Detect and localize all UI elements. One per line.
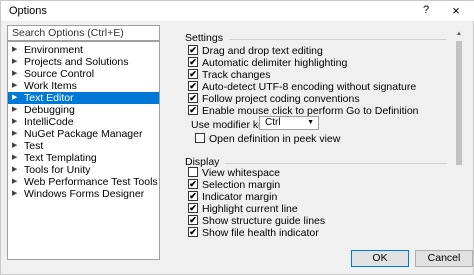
scrollbar-thumb[interactable] — [456, 41, 462, 165]
expand-arrow-icon[interactable]: ▶ — [12, 164, 20, 176]
checkbox[interactable]: ✔ — [188, 93, 198, 103]
check-icon: ✔ — [189, 203, 197, 213]
check-icon: ✔ — [189, 69, 197, 79]
tree-item-test[interactable]: ▶ Test — [8, 140, 159, 152]
option-label: View whitespace — [202, 167, 281, 179]
options-tree: ▶ Environment ▶ Projects and Solutions ▶… — [7, 41, 160, 260]
tree-item-label: Source Control — [24, 68, 95, 80]
tree-item-label: Windows Forms Designer — [24, 188, 145, 200]
window-title: Options — [9, 5, 47, 17]
tree-item-label: IntelliCode — [24, 116, 74, 128]
expand-arrow-icon[interactable]: ▶ — [12, 68, 20, 80]
tree-item-label: Test — [24, 140, 44, 152]
scroll-up-icon[interactable]: ▲ — [453, 29, 465, 39]
settings-heading: Settings — [185, 32, 223, 44]
expand-arrow-icon[interactable]: ▶ — [12, 176, 20, 188]
tree-item-label: Work Items — [24, 80, 77, 92]
tree-item-label: NuGet Package Manager — [24, 128, 143, 140]
tree-item-label: Environment — [24, 44, 83, 56]
tree-item-intellicode[interactable]: ▶ IntelliCode — [8, 116, 159, 128]
expand-arrow-icon[interactable]: ▶ — [12, 56, 20, 68]
dropdown-value: Ctrl — [265, 117, 281, 128]
close-button[interactable]: × — [447, 3, 465, 19]
checkbox[interactable]: ✔ — [188, 57, 198, 67]
help-button[interactable]: ? — [419, 4, 433, 16]
chevron-down-icon: ▼ — [307, 119, 314, 126]
check-icon: ✔ — [189, 45, 197, 55]
expand-arrow-icon[interactable]: ▶ — [12, 152, 20, 164]
expand-arrow-icon[interactable]: ▶ — [12, 140, 20, 152]
checkbox[interactable]: ✔ — [188, 179, 198, 189]
checkbox[interactable] — [188, 167, 198, 177]
option-label: Selection margin — [202, 179, 281, 191]
tree-item-source-control[interactable]: ▶ Source Control — [8, 68, 159, 80]
expand-arrow-icon[interactable]: ▶ — [12, 116, 20, 128]
cancel-button[interactable]: Cancel — [415, 250, 473, 267]
expand-arrow-icon[interactable]: ▶ — [12, 104, 20, 116]
tree-item-text-editor[interactable]: ▶ Text Editor — [8, 92, 159, 104]
options-dialog: Options ? × Search Options (Ctrl+E) ▶ En… — [0, 0, 474, 275]
expand-arrow-icon[interactable]: ▶ — [12, 44, 20, 56]
checkbox[interactable]: ✔ — [188, 227, 198, 237]
display-divider — [225, 163, 447, 164]
ok-button[interactable]: OK — [351, 250, 409, 267]
option-label: Drag and drop text editing — [202, 45, 323, 57]
tree-item-work-items[interactable]: ▶ Work Items — [8, 80, 159, 92]
title-bar: Options ? × — [1, 1, 474, 21]
option-label: Track changes — [202, 69, 271, 81]
check-icon: ✔ — [189, 227, 197, 237]
settings-panel: Settings ✔ Drag and drop text editing ✔ … — [179, 29, 451, 265]
vertical-scrollbar[interactable]: ▲ ▼ — [453, 29, 465, 267]
tree-item-label: Tools for Unity — [24, 164, 91, 176]
check-icon: ✔ — [189, 179, 197, 189]
modifier-key-dropdown[interactable]: Ctrl ▼ — [259, 116, 319, 130]
check-icon: ✔ — [189, 81, 197, 91]
expand-arrow-icon[interactable]: ▶ — [12, 128, 20, 140]
checkbox[interactable]: ✔ — [188, 191, 198, 201]
tree-item-label: Projects and Solutions — [24, 56, 129, 68]
option-label: Automatic delimiter highlighting — [202, 57, 348, 69]
settings-divider — [229, 39, 447, 40]
checkbox[interactable]: ✔ — [188, 215, 198, 225]
tree-item-label: Debugging — [24, 104, 75, 116]
option-label: Show structure guide lines — [202, 215, 326, 227]
check-icon: ✔ — [189, 57, 197, 67]
expand-arrow-icon[interactable]: ▶ — [12, 80, 20, 92]
option-label: Indicator margin — [202, 191, 278, 203]
option-label: Follow project coding conventions — [202, 93, 360, 105]
option-label: Highlight current line — [202, 203, 298, 215]
tree-item-tools-for-unity[interactable]: ▶ Tools for Unity — [8, 164, 159, 176]
search-input[interactable]: Search Options (Ctrl+E) — [7, 25, 160, 41]
tree-item-windows-forms-designer[interactable]: ▶ Windows Forms Designer — [8, 188, 159, 200]
expand-arrow-icon[interactable]: ▶ — [12, 188, 20, 200]
check-icon: ✔ — [189, 191, 197, 201]
tree-item-web-performance-test-tools[interactable]: ▶ Web Performance Test Tools — [8, 176, 159, 188]
tree-item-text-templating[interactable]: ▶ Text Templating — [8, 152, 159, 164]
check-icon: ✔ — [189, 105, 197, 115]
tree-item-debugging[interactable]: ▶ Debugging — [8, 104, 159, 116]
option-label: Auto-detect UTF-8 encoding without signa… — [202, 81, 417, 93]
checkbox[interactable]: ✔ — [188, 69, 198, 79]
checkbox[interactable]: ✔ — [188, 105, 198, 115]
option-label: Open definition in peek view — [209, 133, 341, 145]
option-label: Show file health indicator — [202, 227, 319, 239]
checkbox[interactable]: ✔ — [188, 45, 198, 55]
checkbox[interactable]: ✔ — [188, 81, 198, 91]
tree-item-environment[interactable]: ▶ Environment — [8, 44, 159, 56]
check-icon: ✔ — [189, 93, 197, 103]
check-icon: ✔ — [189, 215, 197, 225]
expand-arrow-icon[interactable]: ▶ — [12, 92, 20, 104]
tree-item-nuget-package-manager[interactable]: ▶ NuGet Package Manager — [8, 128, 159, 140]
checkbox[interactable] — [195, 133, 205, 143]
tree-item-label: Text Editor — [24, 92, 74, 104]
tree-item-label: Text Templating — [24, 152, 97, 164]
tree-item-label: Web Performance Test Tools — [24, 176, 158, 188]
checkbox[interactable]: ✔ — [188, 203, 198, 213]
tree-item-projects-and-solutions[interactable]: ▶ Projects and Solutions — [8, 56, 159, 68]
